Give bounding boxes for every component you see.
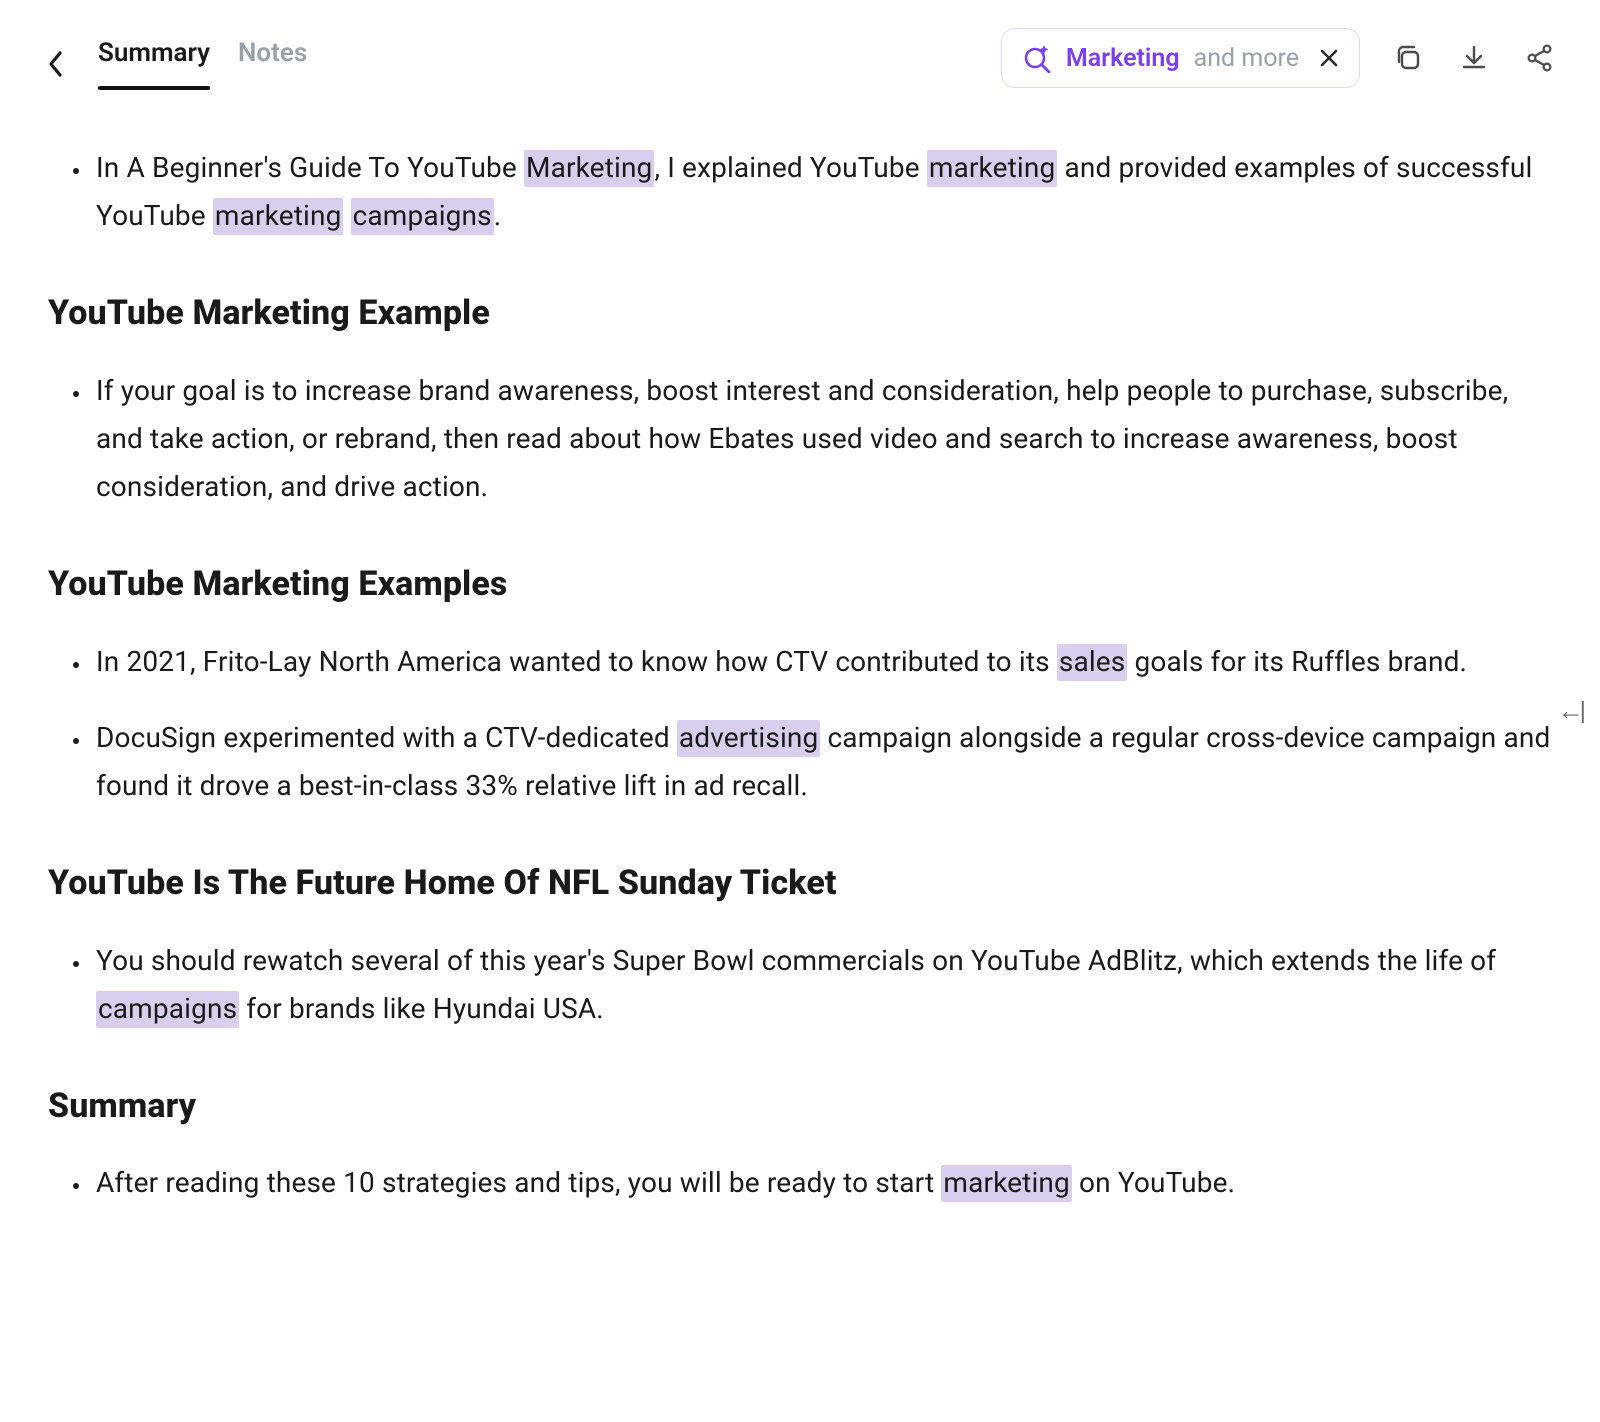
header-actions: Marketing and more bbox=[1001, 28, 1558, 88]
share-icon bbox=[1525, 43, 1555, 73]
highlight: sales bbox=[1057, 644, 1128, 681]
highlight: marketing bbox=[213, 198, 344, 235]
highlight: campaigns bbox=[351, 198, 494, 235]
bullet-list: If your goal is to increase brand awaren… bbox=[48, 367, 1552, 511]
download-icon bbox=[1459, 43, 1489, 73]
section-heading: Summary bbox=[48, 1077, 1552, 1135]
back-button[interactable] bbox=[42, 50, 70, 78]
section-heading: YouTube Marketing Examples bbox=[48, 555, 1552, 613]
list-item: You should rewatch several of this year'… bbox=[92, 937, 1552, 1033]
highlight: marketing bbox=[927, 150, 1058, 187]
chevron-left-icon bbox=[47, 50, 65, 78]
copy-icon bbox=[1393, 43, 1423, 73]
search-clear-button[interactable] bbox=[1319, 48, 1339, 68]
highlight: marketing bbox=[941, 1165, 1072, 1202]
tab-summary[interactable]: Summary bbox=[98, 38, 210, 90]
section-heading: YouTube Is The Future Home Of NFL Sunday… bbox=[48, 854, 1552, 912]
close-icon bbox=[1319, 48, 1339, 68]
section-heading: YouTube Marketing Example bbox=[48, 284, 1552, 342]
document-body: In A Beginner's Guide To YouTube Marketi… bbox=[0, 90, 1600, 1276]
search-sparkle-icon bbox=[1022, 43, 1052, 73]
bullet-list: You should rewatch several of this year'… bbox=[48, 937, 1552, 1033]
list-item: DocuSign experimented with a CTV-dedicat… bbox=[92, 714, 1552, 810]
search-filter-pill[interactable]: Marketing and more bbox=[1001, 28, 1360, 88]
copy-button[interactable] bbox=[1390, 40, 1426, 76]
collapse-sidebar-handle[interactable]: ←| bbox=[1558, 696, 1582, 727]
list-item: After reading these 10 strategies and ti… bbox=[92, 1159, 1552, 1207]
tabs-container: Summary Notes bbox=[42, 38, 307, 90]
tab-notes[interactable]: Notes bbox=[238, 38, 307, 90]
list-item: In A Beginner's Guide To YouTube Marketi… bbox=[92, 144, 1552, 240]
search-term: Marketing bbox=[1066, 46, 1180, 71]
list-item: If your goal is to increase brand awaren… bbox=[92, 367, 1552, 511]
list-item: In 2021, Frito-Lay North America wanted … bbox=[92, 638, 1552, 686]
share-button[interactable] bbox=[1522, 40, 1558, 76]
highlight: campaigns bbox=[96, 991, 239, 1028]
highlight: advertising bbox=[677, 720, 821, 757]
highlight: Marketing bbox=[524, 150, 654, 187]
bullet-list: In 2021, Frito-Lay North America wanted … bbox=[48, 638, 1552, 810]
bullet-list: After reading these 10 strategies and ti… bbox=[48, 1159, 1552, 1207]
search-suffix: and more bbox=[1194, 46, 1299, 71]
top-bar: Summary Notes Marketing and more bbox=[0, 0, 1600, 90]
bullet-list: In A Beginner's Guide To YouTube Marketi… bbox=[48, 144, 1552, 240]
download-button[interactable] bbox=[1456, 40, 1492, 76]
